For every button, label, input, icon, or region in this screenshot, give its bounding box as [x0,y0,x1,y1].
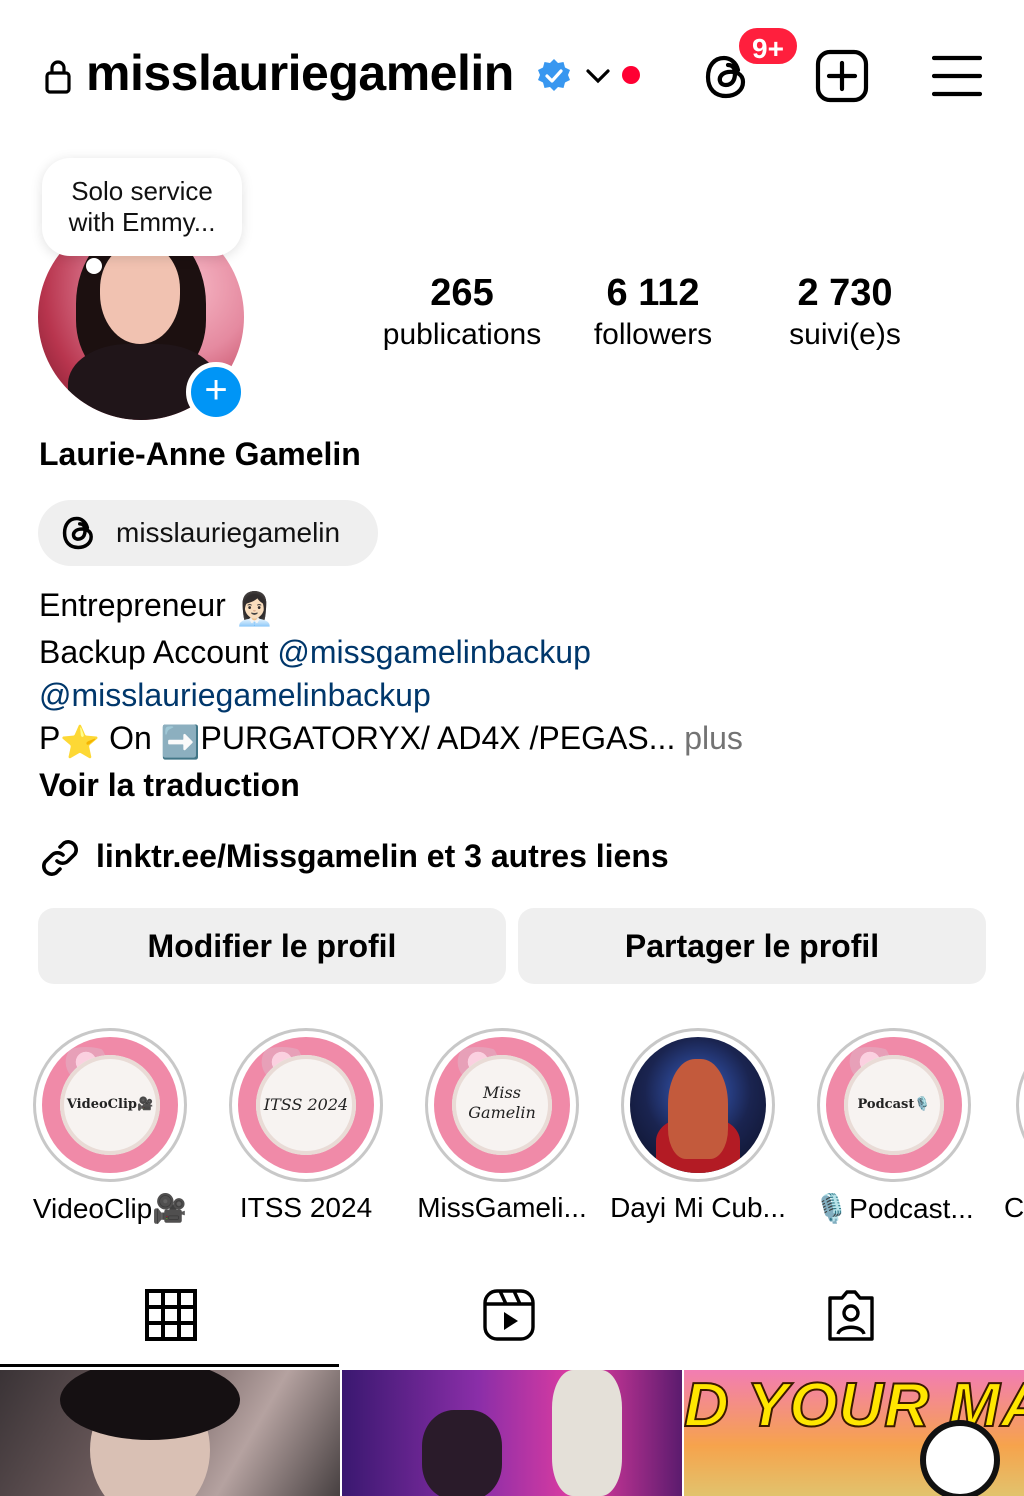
stat-value: 265 [430,272,494,314]
bio-line-4: P⭐ On ➡️PURGATORYX/ AD4X /PEGAS... plus [39,717,999,764]
bio-line-2: Backup Account @missgamelinbackup [39,634,591,670]
highlight-dayi-mi-cub[interactable]: Dayi Mi Cub... [600,1028,796,1224]
chevron-down-icon[interactable] [584,62,612,90]
stat-value: 2 730 [797,272,893,314]
stat-label: suivi(e)s [789,318,901,351]
stat-following[interactable]: 2 730 suivi(e)s [764,270,926,354]
highlight-cover: VideoClip🎥 [42,1037,178,1173]
highlight-label: VideoClip🎥 [32,1193,188,1224]
highlight-label: Dayi Mi Cub... [610,1192,786,1223]
threads-handle: misslauriegamelin [116,517,341,548]
grid-icon[interactable] [144,1288,198,1342]
stat-followers[interactable]: 6 112 followers [572,270,734,354]
link-icon [42,840,78,876]
arrow-right-emoji: ➡️ [160,724,201,760]
edit-profile-button[interactable]: Modifier le profil [38,908,506,984]
star-emoji: ⭐ [60,724,101,760]
top-bar: misslauriegamelin 9+ [0,0,1024,150]
stat-label: followers [593,318,713,351]
profile-note-bubble[interactable]: Solo service with Emmy... [42,158,242,256]
highlight-podcast[interactable]: Podcast🎙️ 🎙️Podcast... [796,1028,992,1225]
active-tab-indicator [0,1364,339,1367]
businesswoman-emoji: 👩🏻‍💼 [234,591,275,627]
highlight-label: ITSS 2024 [239,1192,373,1223]
account-username[interactable]: misslauriegamelin [86,44,514,102]
tagged-icon[interactable] [824,1288,878,1342]
stat-label: publications [382,318,542,351]
create-post-icon[interactable] [814,48,870,104]
threads-profile-link[interactable]: misslauriegamelin [38,500,378,566]
highlight-videoclip[interactable]: VideoClip🎥 VideoClip🎥 [12,1028,208,1225]
notification-badge[interactable]: 9+ [736,25,800,67]
profile-full-name: Laurie-Anne Gamelin [39,436,361,472]
post-thumbnail[interactable] [0,1370,340,1496]
add-story-icon[interactable]: + [186,362,246,422]
threads-icon [62,516,93,550]
note-line-2: with Emmy... [68,207,216,237]
bio-line-3: @misslauriegamelinbackup [39,674,999,717]
highlight-cover: ITSS 2024 [238,1037,374,1173]
highlight-label: 🎙️Podcast... [814,1193,974,1224]
profile-bio: Entrepreneur 👩🏻‍💼 Backup Account @missga… [39,584,999,807]
lock-icon [45,60,71,94]
external-link-text: linktr.ee/Missgamelin et 3 autres liens [96,838,669,874]
highlight-missgamelin[interactable]: Miss Gamelin MissGameli... [404,1028,600,1224]
mention-link[interactable]: @missgamelinbackup [277,634,591,670]
verified-badge-icon [538,59,570,91]
stopwatch-icon [920,1420,1000,1496]
note-line-1: Solo service [71,176,213,206]
unread-dot [622,66,640,84]
hamburger-menu-icon[interactable] [932,54,982,98]
post-thumbnail[interactable]: D YOUR MAT [684,1370,1024,1496]
highlight-itss-2024[interactable]: ITSS 2024 ITSS 2024 [208,1028,404,1224]
mention-link[interactable]: @misslauriegamelinbackup [39,677,431,713]
highlight-cover: Miss Gamelin [434,1037,570,1173]
bio-line-1: Entrepreneur 👩🏻‍💼 [39,584,999,631]
see-translation-link[interactable]: Voir la traduction [39,764,999,807]
stat-publications[interactable]: 265 publications [372,270,552,354]
highlight-cover [630,1037,766,1173]
bio-more-link[interactable]: plus [675,720,743,756]
note-bubble-tail [86,258,102,274]
highlight-cover: Podcast🎙️ [826,1037,962,1173]
highlight-label: MissGameli... [417,1192,587,1223]
stat-value: 6 112 [606,272,700,314]
post-thumbnail[interactable] [342,1370,682,1496]
share-profile-button[interactable]: Partager le profil [518,908,986,984]
highlight-label: C [1004,1192,1024,1223]
highlight-partial[interactable]: C [1004,1028,1024,1224]
reels-icon[interactable] [482,1288,536,1342]
